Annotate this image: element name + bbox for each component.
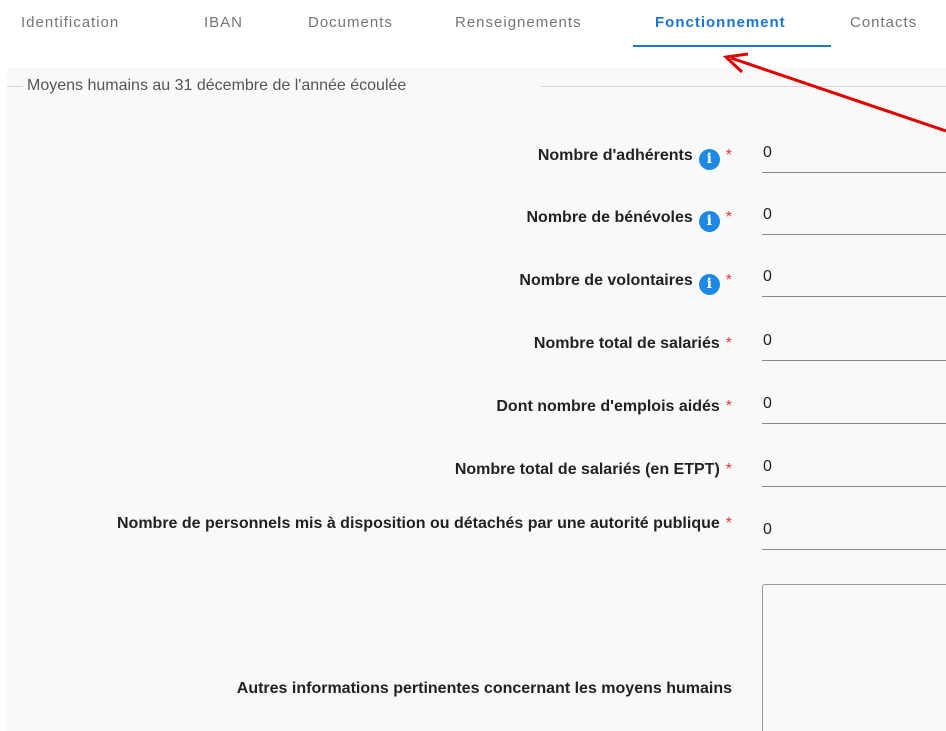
input-value: 0: [763, 144, 772, 161]
field-label-text: Nombre de personnels mis à disposition o…: [117, 515, 720, 532]
info-icon[interactable]: i: [698, 149, 720, 170]
required-marker: *: [725, 398, 732, 415]
field-label-text: Nombre de volontaires: [519, 272, 693, 289]
tab-contacts[interactable]: Contacts: [850, 14, 917, 31]
field-label-emplois-aides: Dont nombre d'emplois aidés *: [496, 398, 732, 416]
tab-documents[interactable]: Documents: [308, 14, 393, 31]
required-marker: *: [725, 461, 732, 478]
info-icon[interactable]: i: [698, 274, 720, 295]
salaries-etpt-input[interactable]: 0: [762, 456, 946, 487]
input-value: 0: [763, 395, 772, 412]
field-label-text: Nombre de bénévoles: [526, 209, 693, 226]
field-label-salaries-etpt: Nombre total de salariés (en ETPT) *: [455, 461, 732, 479]
benevoles-input[interactable]: 0: [762, 204, 946, 235]
total-salaries-input[interactable]: 0: [762, 330, 946, 361]
emplois-aides-input[interactable]: 0: [762, 393, 946, 424]
field-label-personnels-detaches: Nombre de personnels mis à disposition o…: [32, 512, 732, 536]
field-label-autres-informations: Autres informations pertinentes concerna…: [237, 680, 732, 698]
field-label-text: Nombre total de salariés: [533, 335, 720, 352]
field-label-total-salaries: Nombre total de salariés *: [534, 335, 732, 353]
volontaires-input[interactable]: 0: [762, 266, 946, 297]
field-label-text: Nombre total de salariés (en ETPT): [454, 461, 720, 478]
input-value: 0: [763, 521, 772, 538]
required-marker: *: [725, 272, 732, 289]
autres-informations-textarea[interactable]: [762, 584, 946, 731]
field-label-adherents: Nombre d'adhérents i *: [538, 147, 732, 170]
fieldset-border: [541, 86, 946, 87]
tab-fonctionnement[interactable]: Fonctionnement: [655, 14, 786, 31]
section-legend: Moyens humains au 31 décembre de l'année…: [27, 77, 407, 94]
input-value: 0: [763, 332, 772, 349]
field-label-benevoles: Nombre de bénévoles i *: [526, 209, 732, 232]
tab-bar: Identification IBAN Documents Renseignem…: [0, 0, 946, 50]
field-label-text: Dont nombre d'emplois aidés: [496, 398, 720, 415]
required-marker: *: [725, 209, 732, 226]
fieldset-border: [7, 86, 23, 87]
input-value: 0: [763, 268, 772, 285]
tab-iban[interactable]: IBAN: [204, 14, 243, 31]
info-icon[interactable]: i: [698, 211, 720, 232]
field-label-text: Nombre d'adhérents: [537, 147, 693, 164]
required-marker: *: [725, 147, 732, 164]
tab-renseignements[interactable]: Renseignements: [455, 14, 582, 31]
page: Identification IBAN Documents Renseignem…: [0, 0, 946, 731]
input-value: 0: [763, 206, 772, 223]
required-marker: *: [725, 335, 732, 352]
input-value: 0: [763, 458, 772, 475]
adherents-input[interactable]: 0: [762, 142, 946, 173]
tab-identification[interactable]: Identification: [21, 14, 119, 31]
field-label-text: Autres informations pertinentes concerna…: [236, 680, 732, 697]
required-marker: *: [725, 515, 732, 532]
field-label-volontaires: Nombre de volontaires i *: [519, 272, 732, 295]
active-tab-indicator: [633, 45, 831, 47]
personnels-detaches-input[interactable]: 0: [762, 519, 946, 550]
